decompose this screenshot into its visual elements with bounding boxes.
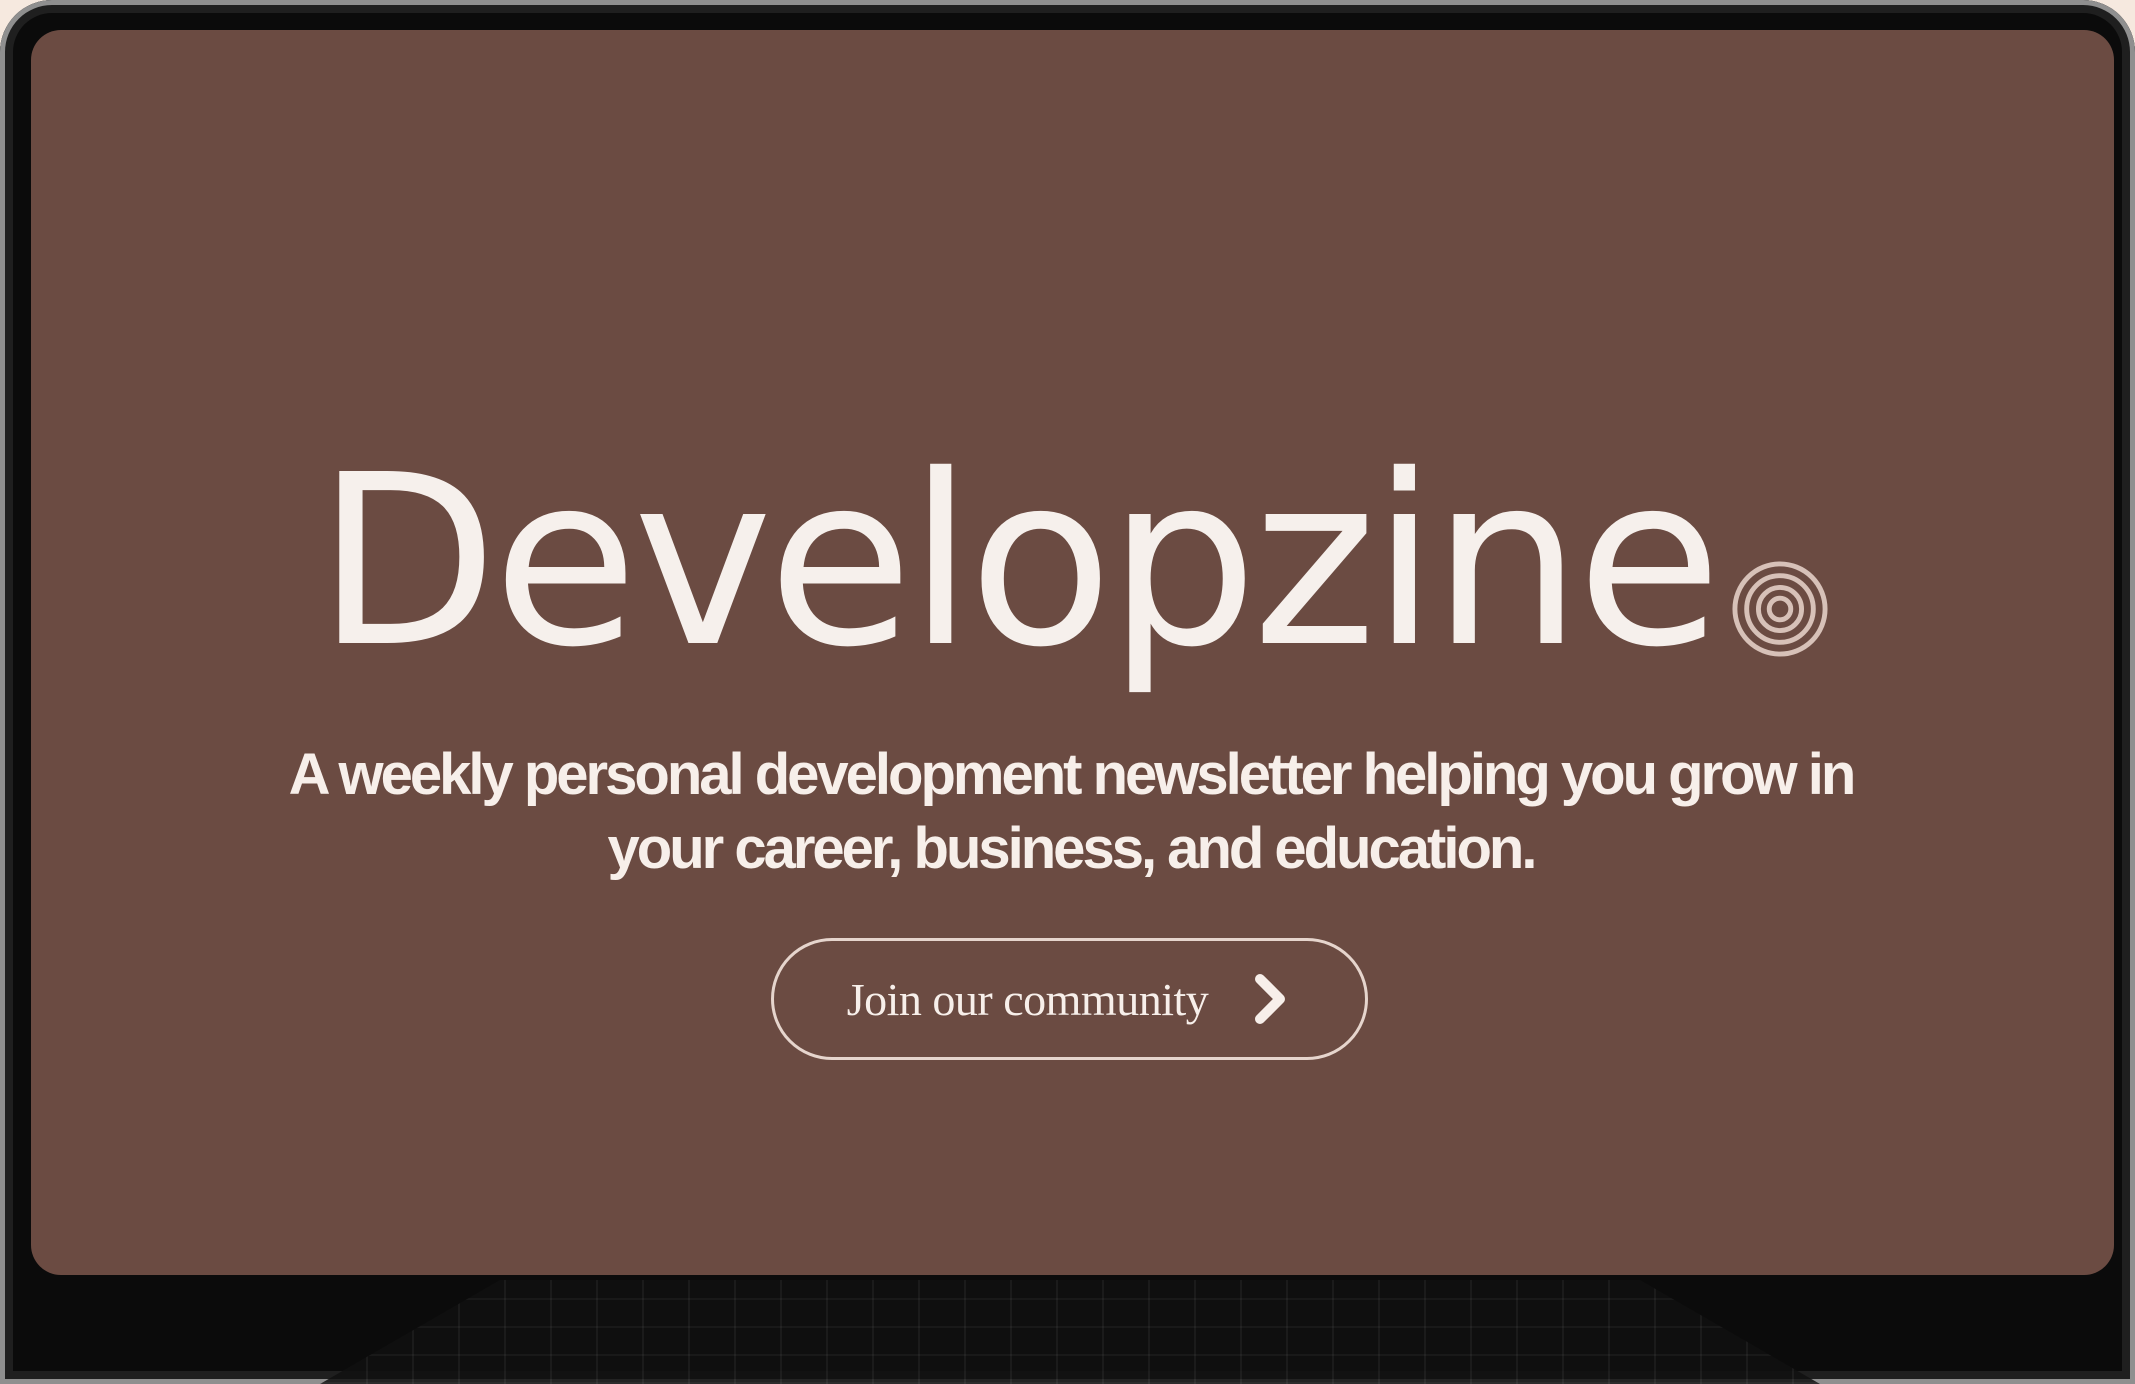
brand-lockup: Developzine <box>31 430 2114 680</box>
laptop-keyboard <box>320 1280 1820 1384</box>
concentric-circles-icon <box>1732 561 1828 657</box>
join-community-button[interactable]: Join our community <box>771 938 1368 1060</box>
laptop-frame: Developzine A weekly personal developmen… <box>0 0 2135 1384</box>
tagline-line-1: A weekly personal development newsletter… <box>288 742 1857 807</box>
tagline: A weekly personal development newsletter… <box>271 738 1871 886</box>
tagline-line-2: your career, business, and education. <box>607 816 1538 881</box>
brand-title: Developzine <box>316 424 1722 699</box>
join-community-label: Join our community <box>846 973 1209 1025</box>
chevron-right-icon <box>1255 974 1286 1024</box>
hero-screen: Developzine A weekly personal developmen… <box>31 30 2114 1275</box>
